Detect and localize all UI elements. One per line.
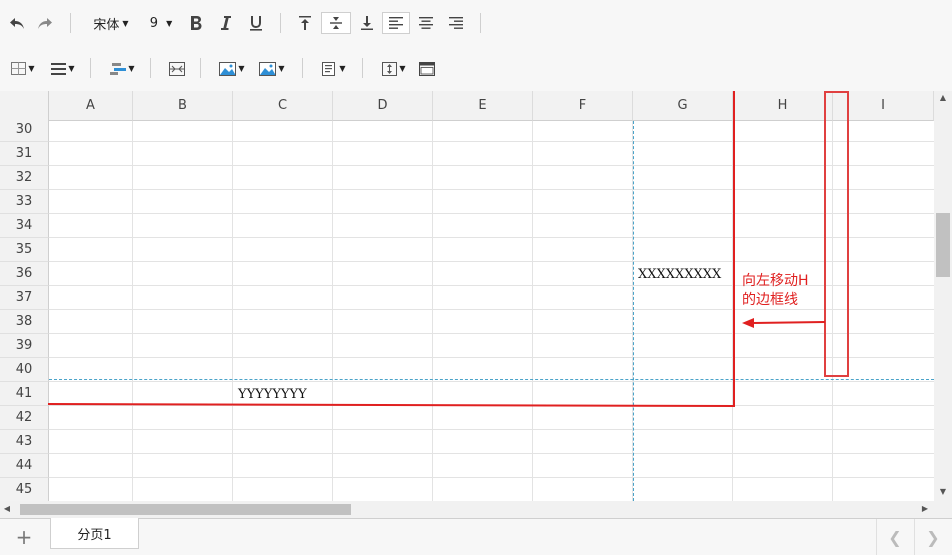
next-sheet-button[interactable]: ❯ [914, 519, 951, 555]
sheet-tab[interactable]: 分页1 [50, 518, 139, 549]
vertical-scrollbar[interactable]: ▲ ▼ [934, 91, 952, 501]
arrow-line [751, 321, 826, 324]
scroll-up-icon[interactable]: ▲ [936, 93, 950, 102]
annotation-overlay [47, 91, 849, 408]
arrow-left-icon [742, 318, 754, 328]
scroll-left-icon[interactable]: ◀ [0, 504, 14, 513]
horizontal-scroll-thumb[interactable] [20, 504, 351, 515]
scroll-right-icon[interactable]: ▶ [918, 504, 932, 513]
scrollbar-corner [934, 501, 952, 518]
sheet-tab-bar: + 分页1 ❮ ❯ [0, 518, 952, 555]
plus-icon: + [15, 525, 33, 549]
scroll-down-icon[interactable]: ▼ [936, 487, 950, 496]
add-sheet-button[interactable]: + [0, 519, 48, 555]
vertical-scroll-thumb[interactable] [936, 213, 950, 277]
highlight-box [824, 91, 849, 377]
annotation-note: 向左移动H 的边框线 [742, 272, 809, 310]
annotation-line-1: 向左移动H [742, 273, 809, 289]
chevron-right-icon: ❯ [926, 527, 940, 547]
annotation-line-2: 的边框线 [742, 292, 798, 308]
horizontal-scrollbar[interactable]: ◀ ▶ [0, 501, 934, 518]
chevron-left-icon: ❮ [888, 527, 902, 547]
red-border-line [47, 91, 735, 408]
prev-sheet-button[interactable]: ❮ [876, 519, 913, 555]
